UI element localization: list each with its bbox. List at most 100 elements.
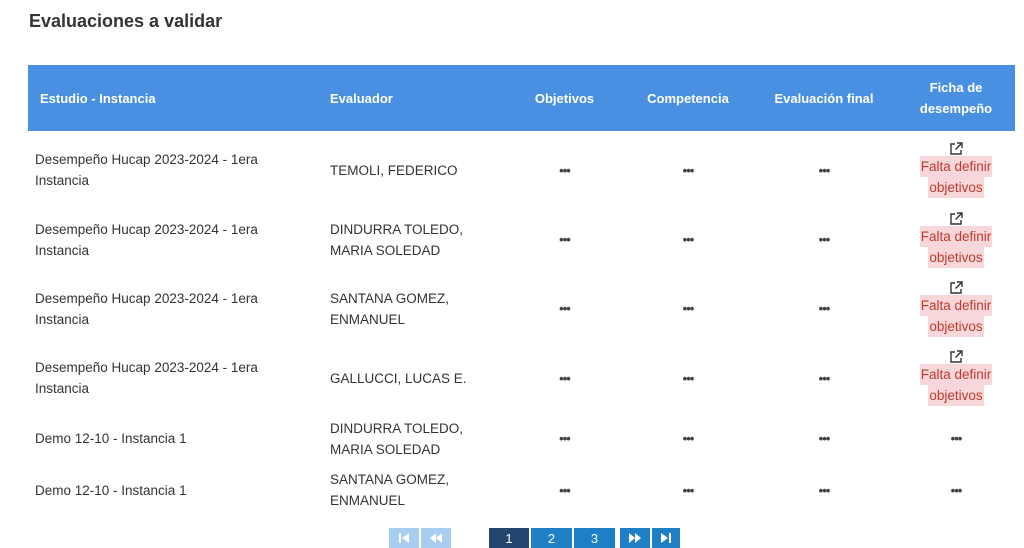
objectives-more-button[interactable]: •••: [559, 160, 571, 181]
cell-evaluator: GALLUCCI, LUCAS E.: [324, 343, 504, 413]
cell-ficha: Falta definir objetivos: [897, 135, 1015, 205]
header-evaluator: Evaluador: [330, 90, 393, 106]
header-competence: Competencia: [647, 90, 729, 106]
cell-competence: •••: [625, 205, 751, 274]
final-more-button[interactable]: •••: [819, 229, 831, 250]
warning-line2: objetivos: [928, 246, 984, 268]
external-link-icon[interactable]: [949, 211, 963, 226]
warning-line1: Falta definir: [919, 225, 993, 247]
cell-competence: •••: [625, 274, 751, 343]
warning-line1: Falta definir: [919, 156, 993, 177]
cell-study: Desempeño Hucap 2023-2024 - 1era Instanc…: [28, 205, 324, 274]
prev-page-icon: [429, 532, 443, 544]
competence-more-button[interactable]: •••: [683, 480, 695, 501]
pagination: 1 2 3: [389, 528, 680, 548]
competence-more-button[interactable]: •••: [683, 160, 695, 181]
objectives-more-button[interactable]: •••: [559, 428, 571, 449]
cell-study: Desempeño Hucap 2023-2024 - 1era Instanc…: [28, 274, 324, 343]
study-line1: Demo 12-10 - Instancia 1: [35, 431, 187, 446]
external-link-icon[interactable]: [949, 142, 963, 156]
cell-evaluator: SANTANA GOMEZ, ENMANUEL: [324, 464, 504, 516]
table-row: Desempeño Hucap 2023-2024 - 1era Instanc…: [28, 205, 1015, 274]
cell-objectives: •••: [504, 135, 625, 205]
table-row: Demo 12-10 - Instancia 1 DINDURRA TOLEDO…: [28, 413, 1015, 464]
study-line1: Demo 12-10 - Instancia 1: [35, 482, 187, 498]
cell-study: Desempeño Hucap 2023-2024 - 1era Instanc…: [28, 135, 324, 205]
objectives-more-button[interactable]: •••: [559, 229, 571, 250]
cell-study: Desempeño Hucap 2023-2024 - 1era Instanc…: [28, 343, 324, 413]
warning-line1: Falta definir: [919, 294, 993, 316]
first-page-button[interactable]: [389, 528, 419, 548]
cell-objectives: •••: [504, 343, 625, 413]
objectives-more-button[interactable]: •••: [559, 480, 571, 501]
first-page-icon: [398, 532, 410, 544]
cell-ficha: Falta definir objetivos: [897, 205, 1015, 274]
header-ficha-line2: desempeño: [919, 101, 993, 116]
evaluator-line1: GALLUCCI, LUCAS E.: [330, 370, 467, 386]
table-row: Demo 12-10 - Instancia 1 SANTANA GOMEZ, …: [28, 464, 1015, 516]
cell-evaluator: DINDURRA TOLEDO, MARIA SOLEDAD: [324, 205, 504, 274]
final-more-button[interactable]: •••: [819, 160, 831, 181]
table-row: Desempeño Hucap 2023-2024 - 1era Instanc…: [28, 343, 1015, 413]
study-line1: Desempeño Hucap 2023-2024 - 1era: [35, 290, 258, 306]
study-line2: Instancia: [35, 242, 90, 258]
competence-more-button[interactable]: •••: [683, 428, 695, 449]
evaluator-line2: ENMANUEL: [330, 311, 406, 327]
page-3-button[interactable]: 3: [574, 528, 615, 548]
cell-objectives: •••: [504, 464, 625, 516]
table-row: Desempeño Hucap 2023-2024 - 1era Instanc…: [28, 135, 1015, 205]
cell-study: Demo 12-10 - Instancia 1: [28, 464, 324, 516]
evaluations-table: Estudio - Instancia Evaluador Objetivos …: [28, 65, 1015, 516]
study-line2: Instancia: [35, 381, 90, 396]
table-row: Desempeño Hucap 2023-2024 - 1era Instanc…: [28, 274, 1015, 343]
next-page-icon: [628, 532, 642, 544]
evaluator-line1: TEMOLI, FEDERICO: [330, 162, 458, 178]
ficha-more-button[interactable]: •••: [951, 480, 963, 501]
header-ficha-line1: Ficha de: [929, 80, 983, 95]
warning-line1: Falta definir: [919, 364, 993, 385]
warning-line2: objetivos: [928, 385, 984, 406]
header-ficha: Ficha de desempeño: [897, 65, 1015, 131]
cell-final: •••: [751, 464, 897, 516]
cell-evaluator: SANTANA GOMEZ, ENMANUEL: [324, 274, 504, 343]
ficha-more-button[interactable]: •••: [951, 428, 963, 449]
final-more-button[interactable]: •••: [819, 298, 831, 319]
cell-ficha: Falta definir objetivos: [897, 343, 1015, 413]
study-line1: Desempeño Hucap 2023-2024 - 1era: [35, 152, 258, 167]
page-2-button[interactable]: 2: [531, 528, 572, 548]
cell-ficha: •••: [897, 464, 1015, 516]
header-study: Estudio - Instancia: [40, 90, 156, 106]
cell-competence: •••: [625, 413, 751, 464]
external-link-icon[interactable]: [949, 280, 963, 295]
cell-final: •••: [751, 413, 897, 464]
prev-page-button[interactable]: [421, 528, 451, 548]
cell-objectives: •••: [504, 205, 625, 274]
final-more-button[interactable]: •••: [819, 480, 831, 501]
last-page-button[interactable]: [652, 528, 680, 548]
table-header-row: Estudio - Instancia Evaluador Objetivos …: [28, 65, 1015, 131]
competence-more-button[interactable]: •••: [683, 298, 695, 319]
warning-line2: objetivos: [928, 177, 984, 198]
final-more-button[interactable]: •••: [819, 428, 831, 449]
cell-evaluator: TEMOLI, FEDERICO: [324, 135, 504, 205]
last-page-icon: [660, 532, 672, 544]
evaluator-line1: SANTANA GOMEZ,: [330, 290, 450, 306]
competence-more-button[interactable]: •••: [683, 368, 695, 389]
evaluator-line2: MARIA SOLEDAD: [330, 441, 441, 457]
cell-ficha: Falta definir objetivos: [897, 274, 1015, 343]
header-objectives: Objetivos: [534, 90, 595, 106]
final-more-button[interactable]: •••: [819, 368, 831, 389]
warning-line2: objetivos: [928, 315, 984, 337]
objectives-more-button[interactable]: •••: [559, 368, 571, 389]
next-page-button[interactable]: [620, 528, 650, 548]
external-link-icon[interactable]: [949, 350, 963, 364]
page-1-button[interactable]: 1: [489, 528, 529, 548]
cell-objectives: •••: [504, 274, 625, 343]
evaluator-line2: MARIA SOLEDAD: [330, 242, 441, 258]
evaluator-line1: DINDURRA TOLEDO,: [330, 420, 464, 436]
evaluator-line1: SANTANA GOMEZ,: [330, 472, 450, 487]
cell-competence: •••: [625, 343, 751, 413]
competence-more-button[interactable]: •••: [683, 229, 695, 250]
objectives-more-button[interactable]: •••: [559, 298, 571, 319]
header-final: Evaluación final: [774, 90, 874, 106]
